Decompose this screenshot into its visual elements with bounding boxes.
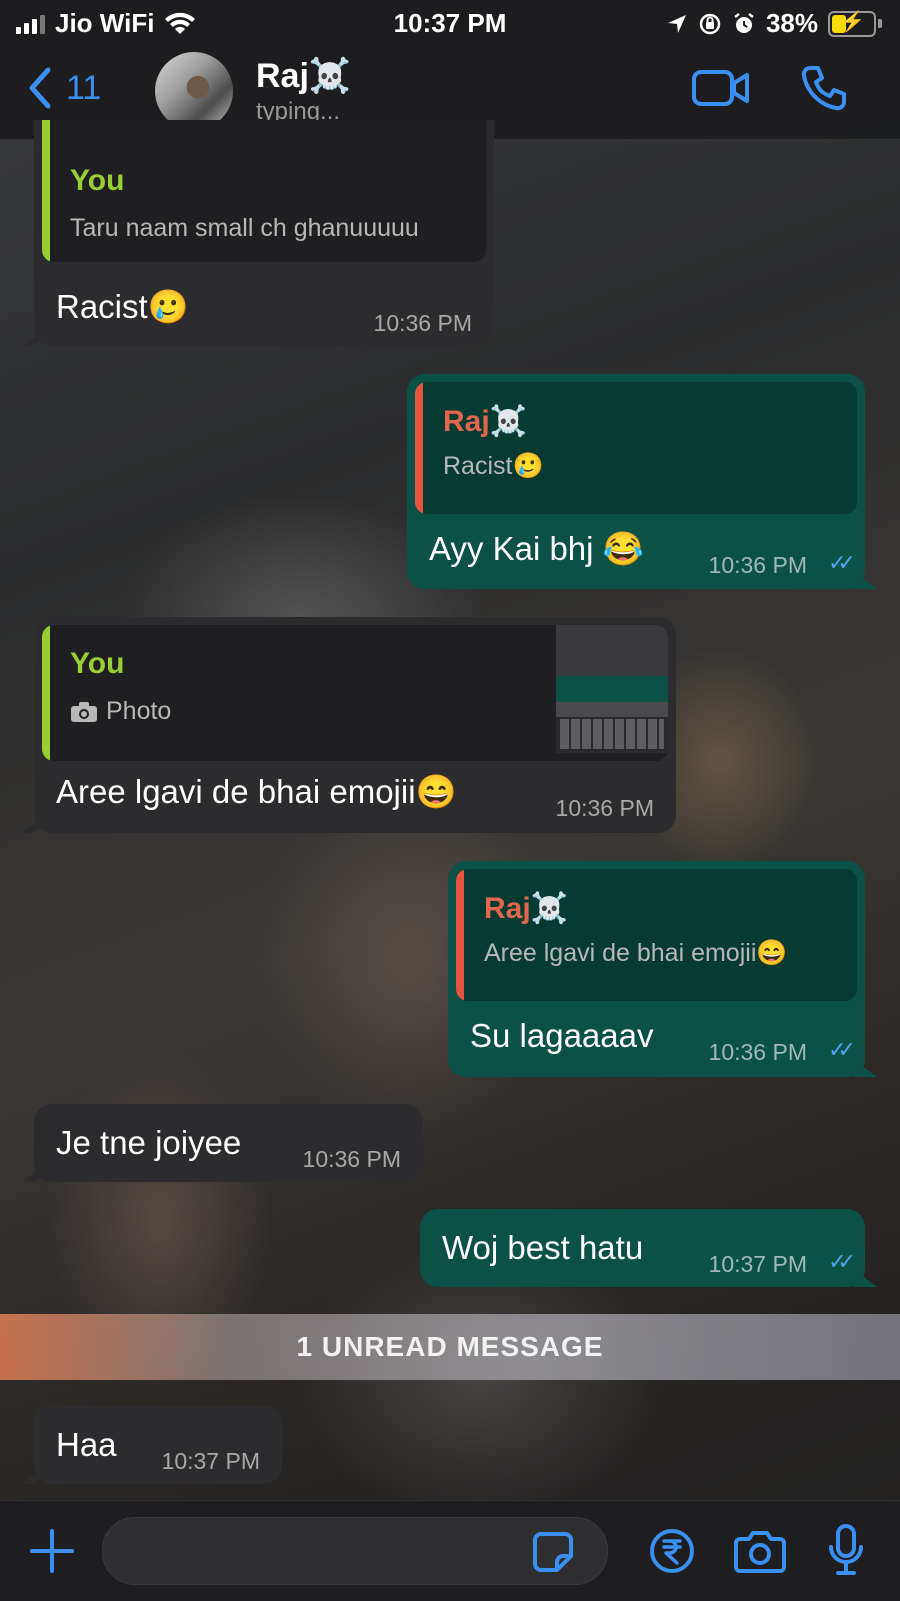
plus-icon [30,1529,74,1573]
message-time: 10:36 PM [708,1039,807,1065]
rupee-icon [650,1529,694,1573]
quote-text: Taru naam small ch ghanuuuuu [70,214,419,242]
message-time: 10:36 PM [373,310,472,336]
message-time: 10:36 PM [302,1146,401,1172]
quote-author: You [70,647,125,680]
microphone-icon [829,1524,863,1575]
message-bubble-incoming[interactable]: Haa 10:37 PM [34,1406,282,1484]
video-call-button[interactable] [692,68,750,113]
contact-name: Raj☠️ [256,57,352,95]
battery-percent: 38% [765,8,818,38]
quote-text: Aree lgavi de bhai emojii😄 [484,939,788,967]
message-time: 10:37 PM [708,1251,807,1277]
video-call-icon [692,70,749,106]
quoted-photo-thumbnail [556,625,668,753]
read-receipt-icon: ✓✓ [828,1249,856,1274]
message-text: Racist🥲 [56,288,189,325]
read-receipt-icon: ✓✓ [828,1037,856,1062]
message-text: Je tne joiyee [56,1124,242,1161]
message-time: 10:37 PM [161,1448,260,1474]
quote-author: Raj☠️ [443,405,528,438]
sticker-icon [533,1532,573,1572]
reply-quote[interactable]: Raj☠️ Racist🥲 [415,382,857,514]
alarm-icon [734,12,754,33]
message-text: Aree lgavi de bhai emojii😄 [56,773,457,810]
camera-icon [71,701,97,722]
message-input-bar [0,1500,900,1601]
message-input[interactable] [102,1517,608,1585]
message-bubble-incoming[interactable]: You Taru naam small ch ghanuuuuu Racist🥲… [34,120,494,346]
battery-icon: ⚡ [828,10,876,37]
voice-call-button[interactable] [800,64,848,117]
message-text: Ayy Kai bhj 😂 [429,530,644,567]
status-bar: Jio WiFi 10:37 PM 38% ⚡ [0,0,900,44]
voice-message-button[interactable] [828,1523,864,1582]
message-bubble-incoming[interactable]: Je tne joiyee 10:36 PM [34,1104,423,1182]
quote-author: You [70,164,125,197]
read-receipt-icon: ✓✓ [828,550,856,575]
back-button[interactable]: 11 [26,66,101,110]
contact-info[interactable]: Raj☠️ typing... [256,56,351,126]
message-bubble-outgoing[interactable]: Raj☠️ Aree lgavi de bhai emojii😄 Su laga… [448,861,865,1077]
message-bubble-outgoing[interactable]: Woj best hatu 10:37 PM ✓✓ [420,1209,865,1287]
unread-messages-banner: 1 UNREAD MESSAGE [0,1314,900,1380]
quote-text: Racist🥲 [443,452,544,480]
message-time: 10:36 PM [708,552,807,578]
camera-icon [734,1531,786,1573]
message-bubble-outgoing[interactable]: Raj☠️ Racist🥲 Ayy Kai bhj 😂 10:36 PM ✓✓ [407,374,865,589]
reply-quote[interactable]: You Taru naam small ch ghanuuuuu [42,120,486,262]
message-bubble-incoming[interactable]: You Photo Aree lgavi de bhai emojii😄 10:… [34,617,676,833]
phone-icon [801,66,846,111]
quote-text: Photo [106,697,172,725]
message-text: Haa [56,1426,117,1463]
chevron-left-icon [29,67,51,109]
orientation-lock-icon [699,13,721,34]
message-text: Su lagaaaav [470,1017,654,1054]
payment-button[interactable] [648,1527,696,1580]
reply-quote[interactable]: You Photo [42,625,668,761]
attach-button[interactable] [28,1527,76,1580]
message-text: Woj best hatu [442,1229,644,1266]
location-arrow-icon [667,14,686,33]
reply-quote[interactable]: Raj☠️ Aree lgavi de bhai emojii😄 [456,869,857,1001]
quote-author: Raj☠️ [484,892,569,925]
sticker-button[interactable] [531,1530,575,1579]
message-time: 10:36 PM [555,795,654,821]
contact-avatar[interactable] [155,52,233,130]
camera-button[interactable] [734,1529,786,1578]
unread-chats-count: 11 [66,68,102,107]
